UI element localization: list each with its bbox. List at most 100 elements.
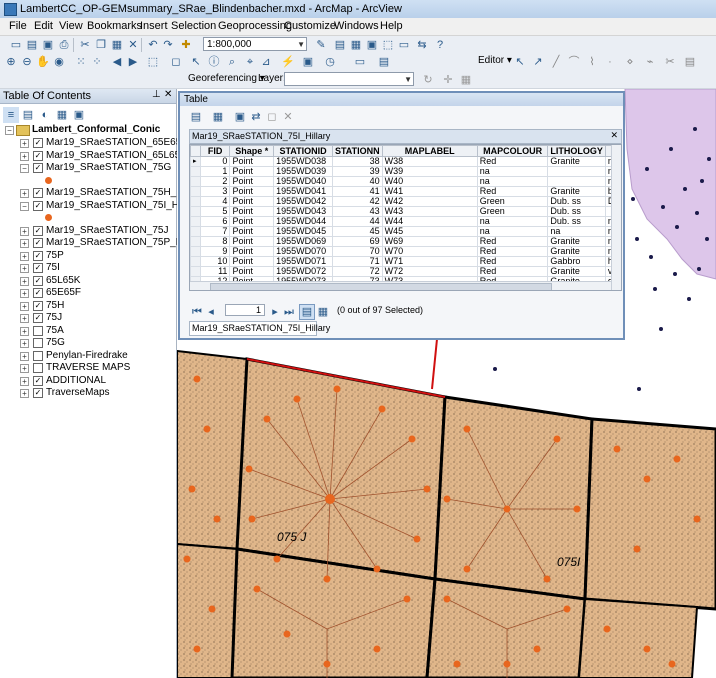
clear-selection-table-icon[interactable]: ◻ xyxy=(264,109,280,125)
collapse-icon[interactable]: − xyxy=(20,201,29,211)
show-all-records-icon[interactable]: ▤ xyxy=(299,304,315,320)
fixed-zoom-in-icon[interactable]: ⁙ xyxy=(73,54,89,70)
menu-geoprocessing[interactable]: Geoprocessing xyxy=(218,20,292,32)
table-row[interactable]: 4Point1955WD04242W42GreenDub. ssD xyxy=(190,196,621,207)
toc-layer-row[interactable]: + ✓ 75H xyxy=(0,300,176,313)
redo-icon[interactable]: ↷ xyxy=(160,37,176,53)
layer-visibility-checkbox[interactable]: ✓ xyxy=(33,163,43,173)
html-popup-icon[interactable]: ▣ xyxy=(300,54,316,70)
undo-icon[interactable]: ↶ xyxy=(145,37,161,53)
row-selector[interactable] xyxy=(190,206,201,217)
table-cell[interactable]: 9 xyxy=(199,246,231,257)
editor-menu[interactable]: Editor ▾ xyxy=(478,55,512,66)
layer-visibility-checkbox[interactable]: ✓ xyxy=(33,300,43,311)
table-cell[interactable]: 72 xyxy=(331,266,383,277)
collapse-icon[interactable]: − xyxy=(5,126,14,135)
table-cell[interactable]: 1955WD044 xyxy=(273,216,333,227)
table-cell[interactable]: Point xyxy=(229,166,275,177)
row-selector[interactable] xyxy=(190,186,201,197)
table-cell[interactable]: 1955WD041 xyxy=(273,186,333,197)
table-row[interactable]: 1Point1955WD03939W39nano xyxy=(190,166,621,177)
table-row[interactable]: 5 Point 1955WD043 43 W43 Green Dub. ss xyxy=(190,206,621,217)
show-selected-records-icon[interactable]: ▦ xyxy=(315,304,331,320)
model-builder-icon[interactable]: ⇆ xyxy=(414,37,430,53)
table-cell[interactable]: 1955WD043 xyxy=(273,206,333,217)
table-cell[interactable]: 1955WD070 xyxy=(273,246,333,257)
save-icon[interactable]: ▣ xyxy=(40,37,56,53)
delete-selected-icon[interactable]: ✕ xyxy=(280,109,296,125)
list-by-drawing-order-icon[interactable]: ≡ xyxy=(3,107,19,123)
copy-icon[interactable]: ❐ xyxy=(93,37,109,53)
go-to-xy-icon[interactable]: ⌖ xyxy=(242,54,258,70)
expand-icon[interactable]: + xyxy=(20,351,29,361)
table-cell[interactable]: 69 xyxy=(331,236,383,247)
toc-layer-row[interactable]: + Penylan-Firedrake xyxy=(0,350,176,363)
table-cell[interactable]: Gabbro xyxy=(547,256,606,267)
view-link-table-icon[interactable]: ▦ xyxy=(458,72,474,88)
open-icon[interactable]: ▤ xyxy=(24,37,40,53)
table-cell[interactable]: na xyxy=(476,166,549,177)
table-cell[interactable]: 38 xyxy=(331,156,383,167)
toc-layer-row[interactable]: + ✓ 65L65K xyxy=(0,275,176,288)
table-cell[interactable]: 44 xyxy=(331,216,383,227)
table-row[interactable]: 10Point1955WD07171W71RedGabbrohb xyxy=(190,256,621,267)
expand-icon[interactable]: + xyxy=(20,226,29,236)
table-cell[interactable]: 1955WD040 xyxy=(273,176,333,187)
table-cell[interactable]: 11 xyxy=(199,266,231,277)
table-cell[interactable]: Red xyxy=(476,256,549,267)
endpoint-arc-icon[interactable]: ⌒ xyxy=(566,54,582,70)
create-viewer-icon[interactable]: ▭ xyxy=(352,54,368,70)
table-cell[interactable]: na xyxy=(476,226,549,237)
expand-icon[interactable]: + xyxy=(20,339,29,348)
table-cell[interactable]: Point xyxy=(229,186,275,197)
table-cell[interactable]: Red xyxy=(476,266,549,277)
cut-polygons-icon[interactable]: ✂ xyxy=(662,54,678,70)
hyperlink-icon[interactable]: ⚡ xyxy=(280,54,296,70)
georef-layer-combo[interactable]: ▼ xyxy=(284,72,414,86)
table-cell[interactable]: 3 xyxy=(199,186,231,197)
column-header[interactable]: FID xyxy=(199,145,231,157)
expand-icon[interactable]: + xyxy=(20,189,29,198)
edit-tool-icon[interactable]: ↖ xyxy=(512,54,528,70)
toc-layer-row[interactable]: + ✓ 75I xyxy=(0,262,176,275)
toc-layer-row[interactable]: +75G xyxy=(0,337,176,350)
cut-icon[interactable]: ✂ xyxy=(77,37,93,53)
table-cell[interactable]: Point xyxy=(229,206,275,217)
new-document-icon[interactable]: ▭ xyxy=(8,37,24,53)
expand-icon[interactable]: + xyxy=(20,376,29,386)
forward-extent-icon[interactable]: ▶ xyxy=(125,54,141,70)
table-cell[interactable]: Dub. ss xyxy=(547,206,606,217)
trace-icon[interactable]: ⌇ xyxy=(584,54,600,70)
table-cell[interactable]: Point xyxy=(229,176,275,187)
layer-visibility-checkbox[interactable]: ✓ xyxy=(33,375,43,386)
table-options-icon[interactable]: ▤ xyxy=(188,109,204,125)
table-cell[interactable]: Granite xyxy=(547,266,606,277)
rotate-icon[interactable]: ↻ xyxy=(420,72,436,88)
layer-visibility-checkbox[interactable] xyxy=(33,350,43,361)
table-cell[interactable]: W44 xyxy=(381,216,478,227)
table-cell[interactable]: 4 xyxy=(199,196,231,207)
table-row[interactable]: ▸0Point1955WD03838W38RedGraniteno xyxy=(190,156,621,167)
menu-edit[interactable]: Edit xyxy=(34,20,53,32)
expand-icon[interactable]: + xyxy=(20,251,29,261)
table-cell[interactable]: 1955WD039 xyxy=(273,166,333,177)
layer-visibility-checkbox[interactable]: ✓ xyxy=(33,288,43,298)
clear-selection-icon[interactable]: ◻ xyxy=(168,54,184,70)
fixed-zoom-out-icon[interactable]: ⁘ xyxy=(89,54,105,70)
table-cell[interactable]: 1955WD042 xyxy=(273,196,333,207)
table-cell[interactable]: Granite xyxy=(547,236,606,247)
help-icon[interactable]: ? xyxy=(432,37,448,53)
layer-visibility-checkbox[interactable]: ✓ xyxy=(33,313,43,323)
layer-visibility-checkbox[interactable] xyxy=(33,325,43,336)
layout-icon[interactable]: ▤ xyxy=(376,54,392,70)
table-cell[interactable]: 1955WD045 xyxy=(273,226,333,237)
table-cell[interactable]: 42 xyxy=(331,196,383,207)
table-cell[interactable]: W72 xyxy=(381,266,478,277)
georeferencing-menu[interactable]: Georeferencing ▾ xyxy=(188,73,265,84)
toc-layer-row[interactable]: + ✓ ADDITIONAL xyxy=(0,375,176,388)
table-cell[interactable]: W45 xyxy=(381,226,478,237)
table-cell[interactable]: 43 xyxy=(331,206,383,217)
toc-layer-row[interactable]: + ✓ 75J xyxy=(0,312,176,325)
toc-layer-row[interactable]: + TRAVERSE MAPS xyxy=(0,362,176,375)
table-cell[interactable]: Point xyxy=(229,226,275,237)
